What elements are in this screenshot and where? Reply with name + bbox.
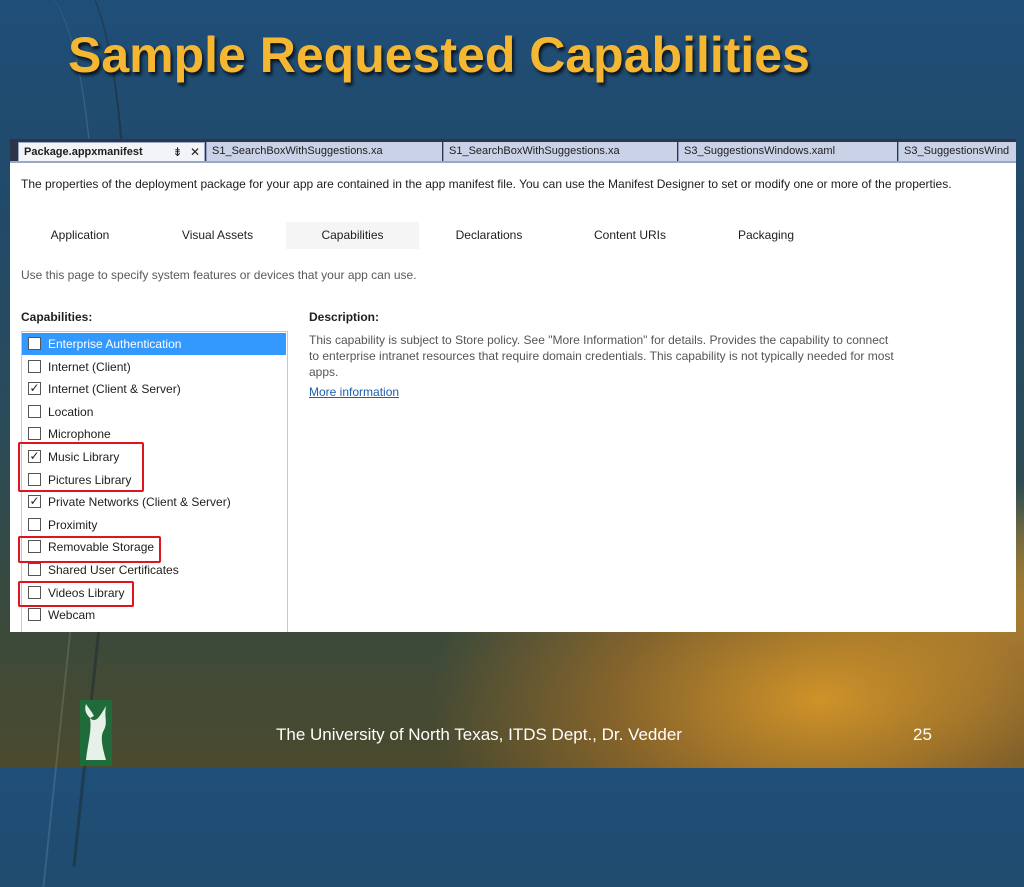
- doc-tab-label: S1_SearchBoxWithSuggestions.xa: [449, 145, 620, 157]
- description-heading: Description:: [309, 310, 380, 324]
- tab-application[interactable]: Application: [10, 222, 150, 249]
- checkbox-unchecked[interactable]: [28, 563, 41, 576]
- capability-label: Location: [48, 404, 94, 419]
- capability-item[interactable]: ✓ Private Networks (Client & Server): [22, 491, 286, 513]
- doc-tab-s3-suggestions-windows[interactable]: S3_SuggestionsWindows.xaml: [678, 142, 897, 161]
- capability-label: Internet (Client): [48, 359, 131, 374]
- tab-content-uris[interactable]: Content URIs: [559, 222, 701, 249]
- checkbox-unchecked[interactable]: [28, 517, 41, 531]
- doc-tab-label: S3_SuggestionsWindows.xaml: [684, 145, 836, 157]
- capability-item[interactable]: Enterprise Authentication: [22, 333, 286, 355]
- capability-item[interactable]: Proximity: [22, 514, 286, 536]
- highlight-box-music-pictures: [18, 442, 144, 492]
- doc-tab-s1-searchbox-1[interactable]: S1_SearchBoxWithSuggestions.xa: [206, 142, 442, 161]
- doc-tab-label: S1_SearchBoxWithSuggestions.xa: [212, 145, 383, 157]
- checkbox-unchecked[interactable]: [28, 427, 41, 441]
- checkbox-unchecked[interactable]: [28, 359, 41, 373]
- doc-tab-s1-searchbox-2[interactable]: S1_SearchBoxWithSuggestions.xa: [443, 142, 677, 161]
- description-text: This capability is subject to Store poli…: [309, 333, 894, 379]
- document-tab-strip: Package.appxmanifest ⇟ ✕ S1_SearchBoxWit…: [10, 139, 1016, 163]
- capability-label: Webcam: [48, 608, 96, 623]
- capability-label: Enterprise Authentication: [48, 337, 182, 351]
- slide-title: Sample Requested Capabilities: [68, 27, 810, 83]
- tab-declarations[interactable]: Declarations: [419, 222, 559, 249]
- doc-tab-package-appxmanifest[interactable]: Package.appxmanifest ⇟ ✕: [18, 142, 205, 161]
- highlight-box-removable-storage: [18, 536, 161, 563]
- capabilities-heading: Capabilities:: [21, 310, 93, 324]
- capability-item[interactable]: Location: [22, 401, 286, 423]
- doc-tab-label: S3_SuggestionsWind: [904, 145, 1010, 157]
- checkbox-unchecked[interactable]: [28, 404, 41, 418]
- doc-tab-s3-suggestions-wind[interactable]: S3_SuggestionsWind: [898, 142, 1016, 161]
- capability-label: Internet (Client & Server): [48, 382, 181, 397]
- checkbox-checked[interactable]: ✓: [28, 495, 41, 509]
- tab-packaging[interactable]: Packaging: [701, 222, 831, 249]
- slide-footer: The University of North Texas, ITDS Dept…: [276, 725, 682, 744]
- tab-capabilities[interactable]: Capabilities: [286, 222, 419, 249]
- capability-item[interactable]: Internet (Client): [22, 356, 286, 378]
- capability-label: Proximity: [48, 517, 98, 532]
- intro-text: The properties of the deployment package…: [21, 177, 952, 191]
- page-number: 25: [913, 725, 932, 744]
- capability-item[interactable]: ✓ Internet (Client & Server): [22, 378, 286, 400]
- eagle-logo-icon: [80, 700, 112, 766]
- manifest-tab-bar: Application Visual Assets Capabilities D…: [10, 222, 1016, 249]
- checkbox-unchecked[interactable]: [28, 337, 41, 350]
- more-information-link[interactable]: More information: [309, 385, 399, 399]
- pin-icon[interactable]: ⇟: [173, 145, 183, 159]
- close-icon[interactable]: ✕: [190, 145, 200, 159]
- doc-tab-label: Package.appxmanifest: [24, 146, 143, 158]
- capability-label: Private Networks (Client & Server): [48, 495, 231, 510]
- manifest-designer-screenshot: Package.appxmanifest ⇟ ✕ S1_SearchBoxWit…: [10, 139, 1016, 632]
- page-hint-text: Use this page to specify system features…: [21, 268, 417, 282]
- checkbox-unchecked[interactable]: [28, 608, 41, 622]
- highlight-box-videos-library: [18, 581, 134, 607]
- tab-visual-assets[interactable]: Visual Assets: [150, 222, 285, 249]
- checkbox-checked[interactable]: ✓: [28, 382, 41, 396]
- capability-item[interactable]: Webcam: [22, 604, 286, 626]
